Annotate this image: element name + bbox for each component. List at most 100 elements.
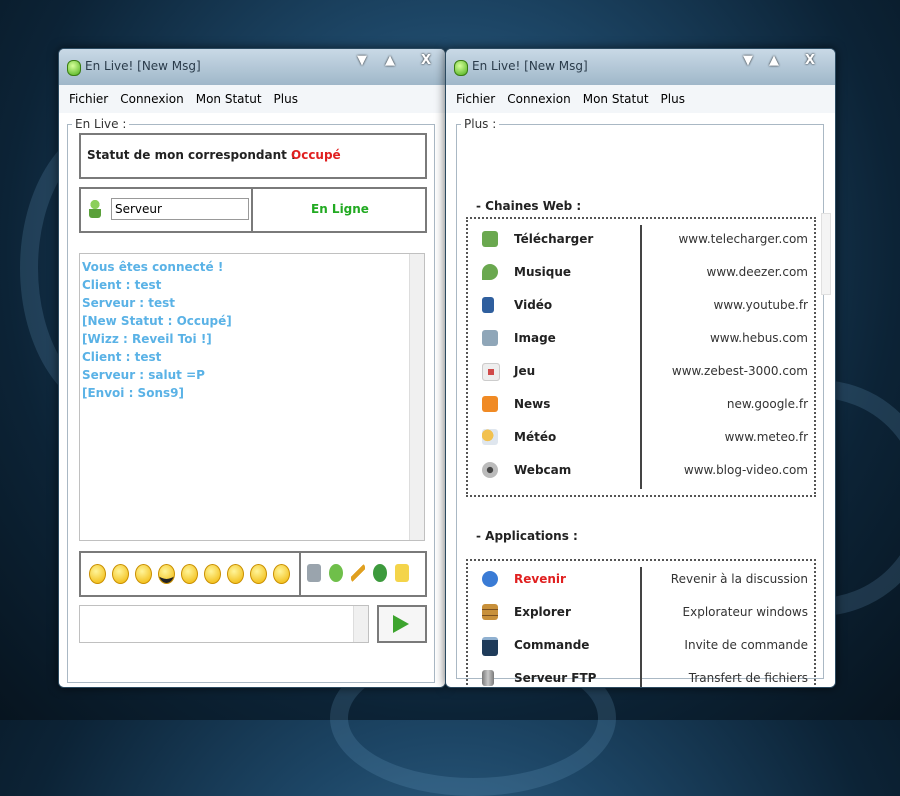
web-item-label: Télécharger <box>514 232 594 246</box>
chat-line: Serveur : salut =P <box>82 368 205 382</box>
window-title: En Live! [New Msg] <box>85 59 201 73</box>
chat-line: Client : test <box>82 350 162 364</box>
chat-line: [Envoi : Sons9] <box>82 386 184 400</box>
file-icon[interactable] <box>307 564 321 582</box>
chat-messages: Vous êtes connecté ! Client : test Serve… <box>82 258 232 402</box>
web-item[interactable]: Télécharger www.telecharger.com <box>468 223 814 256</box>
web-item[interactable]: Image www.hebus.com <box>468 322 814 355</box>
status-label: Statut de mon correspondant : <box>87 148 296 162</box>
web-item-url[interactable]: www.youtube.fr <box>714 298 809 312</box>
applications-list: Revenir Revenir à la discussion Explorer E… <box>466 559 816 687</box>
app-item[interactable]: Commande Invite de commande <box>468 629 814 662</box>
smiley-icon[interactable] <box>135 564 152 584</box>
smiley-icon[interactable] <box>204 564 221 584</box>
web-item[interactable]: News new.google.fr <box>468 388 814 421</box>
puzzle-icon <box>482 231 498 247</box>
web-item-label: Musique <box>514 265 572 279</box>
rss-icon <box>482 396 498 412</box>
status-box: Statut de mon correspondant : Occupé <box>79 133 427 179</box>
web-item-label: Jeu <box>514 364 536 378</box>
game-icon <box>482 363 500 381</box>
app-item-label: Serveur FTP <box>514 671 597 685</box>
web-item[interactable]: Météo www.meteo.fr <box>468 421 814 454</box>
chat-log[interactable]: Vous êtes connecté ! Client : test Serve… <box>79 253 425 541</box>
smiley-icon[interactable] <box>273 564 290 584</box>
smiley-icon[interactable] <box>112 564 129 584</box>
menu-mon-statut[interactable]: Mon Statut <box>583 92 649 106</box>
arrow-right-icon <box>393 615 409 633</box>
send-button[interactable] <box>377 605 427 643</box>
server-name-input[interactable] <box>111 198 249 220</box>
app-item-label: Explorer <box>514 605 571 619</box>
alarm-clock-icon[interactable] <box>329 564 343 582</box>
app-item-desc: Revenir à la discussion <box>670 572 808 586</box>
chat-scrollbar[interactable] <box>409 254 424 540</box>
menu-plus[interactable]: Plus <box>274 92 298 106</box>
status-value: Occupé <box>291 148 341 162</box>
go-icon[interactable] <box>373 564 387 582</box>
web-item-label: Vidéo <box>514 298 553 312</box>
video-player-icon <box>482 297 494 313</box>
tool-list <box>307 564 417 586</box>
smiley-icon[interactable] <box>89 564 106 584</box>
emoticon-bar <box>79 551 427 597</box>
web-item[interactable]: Vidéo www.youtube.fr <box>468 289 814 322</box>
web-item-url[interactable]: www.telecharger.com <box>678 232 808 246</box>
title-bar[interactable]: En Live! [New Msg] ▼ ▲ X <box>59 49 445 85</box>
right-plus-window: En Live! [New Msg] ▼ ▲ X Fichier Connexi… <box>445 48 836 688</box>
menu-fichier[interactable]: Fichier <box>69 92 108 106</box>
user-icon <box>89 200 101 218</box>
emoticon-list <box>89 564 296 588</box>
terminal-icon <box>482 637 498 656</box>
web-item[interactable]: Webcam www.blog-video.com <box>468 454 814 487</box>
maximize-icon[interactable]: ▲ <box>385 53 395 68</box>
server-box: En Ligne <box>79 187 427 233</box>
note-icon[interactable] <box>395 564 409 582</box>
weather-icon <box>482 429 498 445</box>
menu-fichier[interactable]: Fichier <box>456 92 495 106</box>
minimize-icon[interactable]: ▼ <box>743 53 753 68</box>
sunglasses-smiley-icon[interactable] <box>158 564 175 584</box>
chat-line: [New Statut : Occupé] <box>82 314 232 328</box>
web-item-url[interactable]: www.meteo.fr <box>725 430 808 444</box>
app-item[interactable]: Explorer Explorateur windows <box>468 596 814 629</box>
web-item[interactable]: Jeu www.zebest-3000.com <box>468 355 814 388</box>
smiley-icon[interactable] <box>250 564 267 584</box>
divider <box>299 553 301 595</box>
title-bar[interactable]: En Live! [New Msg] ▼ ▲ X <box>446 49 835 85</box>
menu-mon-statut[interactable]: Mon Statut <box>196 92 262 106</box>
smiley-icon[interactable] <box>181 564 198 584</box>
server-icon <box>482 670 494 686</box>
app-item-desc: Transfert de fichiers <box>688 671 808 685</box>
menu-connexion[interactable]: Connexion <box>507 92 571 106</box>
speech-bubble-icon <box>482 571 498 587</box>
scrollbar[interactable] <box>821 213 831 295</box>
app-item[interactable]: Serveur FTP Transfert de fichiers <box>468 662 814 687</box>
menu-connexion[interactable]: Connexion <box>120 92 184 106</box>
web-item-url[interactable]: www.zebest-3000.com <box>672 364 808 378</box>
group-label: Plus : <box>464 117 497 131</box>
app-icon <box>67 60 81 76</box>
minimize-icon[interactable]: ▼ <box>357 53 367 68</box>
menu-bar: Fichier Connexion Mon Statut Plus <box>59 85 445 114</box>
web-item-url[interactable]: www.hebus.com <box>710 331 808 345</box>
web-item-label: Webcam <box>514 463 572 477</box>
input-scrollbar[interactable] <box>353 606 368 642</box>
web-item-url[interactable]: www.blog-video.com <box>684 463 808 477</box>
pencil-icon[interactable] <box>351 564 365 582</box>
close-icon[interactable]: X <box>421 53 431 68</box>
window-title: En Live! [New Msg] <box>472 59 588 73</box>
message-input[interactable] <box>79 605 369 643</box>
chat-line: Client : test <box>82 278 162 292</box>
web-item-url[interactable]: www.deezer.com <box>707 265 809 279</box>
chat-line: [Wizz : Reveil Toi !] <box>82 332 212 346</box>
app-section-title: - Applications : <box>476 529 578 543</box>
web-item[interactable]: Musique www.deezer.com <box>468 256 814 289</box>
menu-plus[interactable]: Plus <box>661 92 685 106</box>
app-item[interactable]: Revenir Revenir à la discussion <box>468 563 814 596</box>
smiley-icon[interactable] <box>227 564 244 584</box>
close-icon[interactable]: X <box>805 53 815 68</box>
maximize-icon[interactable]: ▲ <box>769 53 779 68</box>
web-item-url[interactable]: new.google.fr <box>727 397 808 411</box>
divider <box>251 189 253 231</box>
